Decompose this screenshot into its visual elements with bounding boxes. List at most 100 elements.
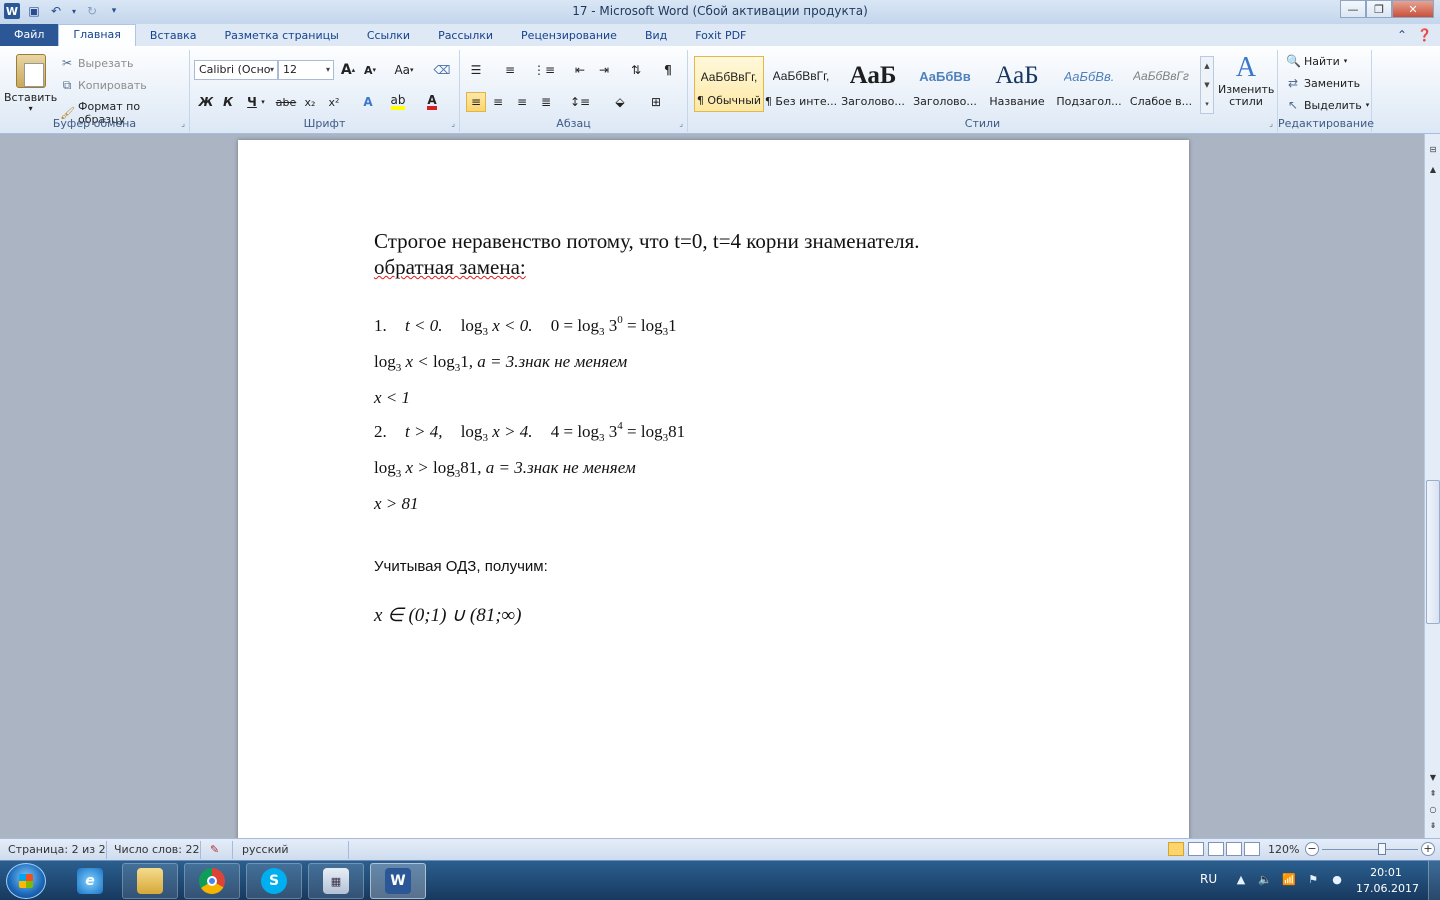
sort-icon[interactable]: ⇅ — [626, 60, 646, 80]
outline-icon[interactable] — [1226, 842, 1242, 856]
align-center-icon[interactable]: ≡ — [488, 92, 508, 112]
more-icon[interactable]: ▾ — [1205, 100, 1209, 108]
dialog-launcher-icon[interactable]: ⌟ — [451, 119, 455, 128]
taskbar-explorer[interactable] — [122, 863, 178, 899]
style-title[interactable]: АаБ Название — [982, 56, 1052, 112]
chevron-down-icon[interactable]: ▼ — [1204, 81, 1209, 89]
volume-icon[interactable]: 🔈 — [1258, 873, 1272, 887]
style-heading-2[interactable]: АаБбВв Заголово... — [910, 56, 980, 112]
font-color-icon[interactable]: A — [422, 92, 442, 112]
tab-mailings[interactable]: Рассылки — [424, 26, 507, 46]
superscript-button[interactable]: x² — [324, 92, 344, 112]
full-screen-reading-icon[interactable] — [1188, 842, 1204, 856]
show-desktop-button[interactable] — [1428, 861, 1440, 900]
paste-button[interactable]: Вставить ▾ — [4, 54, 57, 113]
page-count[interactable]: Страница: 2 из 2 — [8, 843, 106, 856]
align-right-icon[interactable]: ≡ — [512, 92, 532, 112]
tab-references[interactable]: Ссылки — [353, 26, 424, 46]
justify-icon[interactable]: ≣ — [536, 92, 556, 112]
vertical-scrollbar[interactable]: ⊟ ▲ ▼ ⇞ ○ ⇟ — [1424, 134, 1440, 838]
dialog-launcher-icon[interactable]: ⌟ — [1269, 119, 1273, 128]
borders-icon[interactable]: ⊞ — [646, 92, 666, 112]
notification-icon[interactable]: ● — [1330, 873, 1344, 887]
help-icon[interactable]: ❓ — [1417, 28, 1432, 42]
style-no-spacing[interactable]: АаБбВвГг, ¶ Без инте... — [765, 56, 837, 112]
previous-page-icon[interactable]: ⇞ — [1426, 786, 1440, 800]
grow-font-button[interactable]: A ▴ — [338, 60, 358, 80]
clear-formatting-icon[interactable]: ⌫ — [432, 60, 452, 80]
align-left-icon[interactable]: ≡ — [466, 92, 486, 112]
style-subtle-emphasis[interactable]: АаБбВвГг Слабое в... — [1126, 56, 1196, 112]
word-count[interactable]: Число слов: 22 — [114, 843, 200, 856]
show-hidden-icons-icon[interactable]: ▲ — [1234, 873, 1248, 887]
change-case-button[interactable]: Aa ▾ — [390, 60, 418, 80]
style-heading-1[interactable]: АаБ Заголово... — [838, 56, 908, 112]
increase-indent-icon[interactable]: ⇥ — [594, 60, 614, 80]
numbering-icon[interactable]: ≡ — [500, 60, 520, 80]
tab-page-layout[interactable]: Разметка страницы — [211, 26, 353, 46]
tab-file[interactable]: Файл — [0, 24, 59, 46]
bold-button[interactable]: Ж — [196, 92, 216, 112]
start-button[interactable] — [6, 863, 46, 899]
close-button[interactable]: ✕ — [1392, 0, 1434, 18]
tab-home[interactable]: Главная — [58, 24, 136, 46]
taskbar-internet-explorer[interactable]: e — [62, 863, 118, 899]
minimize-button[interactable]: — — [1340, 0, 1366, 18]
taskbar-calculator[interactable]: ▦ — [308, 863, 364, 899]
zoom-out-button[interactable]: − — [1305, 842, 1319, 856]
italic-button[interactable]: К — [218, 92, 238, 112]
tab-insert[interactable]: Вставка — [136, 26, 211, 46]
scroll-up-icon[interactable]: ▲ — [1426, 162, 1440, 176]
document-content[interactable]: Строгое неравенство потому, что t=0, t=4… — [374, 228, 920, 630]
zoom-slider-knob[interactable] — [1377, 843, 1386, 855]
scroll-down-icon[interactable]: ▼ — [1426, 770, 1440, 784]
subscript-button[interactable]: x₂ — [300, 92, 320, 112]
collapse-ribbon-icon[interactable]: ⌃ — [1397, 28, 1407, 42]
decrease-indent-icon[interactable]: ⇤ — [570, 60, 590, 80]
clock[interactable]: 20:01 17.06.2017 — [1356, 865, 1419, 897]
font-size-combo[interactable]: 12 ▾ — [278, 60, 334, 80]
document-page[interactable]: Строгое неравенство потому, что t=0, t=4… — [238, 140, 1189, 838]
zoom-slider[interactable] — [1322, 849, 1418, 850]
taskbar-chrome[interactable] — [184, 863, 240, 899]
style-subtitle[interactable]: АаБбВв. Подзагол... — [1054, 56, 1124, 112]
shading-icon[interactable]: ⬙ — [610, 92, 630, 112]
change-styles-button[interactable]: A Изменить стили — [1218, 52, 1274, 108]
tab-foxit-pdf[interactable]: Foxit PDF — [681, 26, 760, 46]
print-layout-icon[interactable] — [1168, 842, 1184, 856]
show-formatting-marks-icon[interactable]: ¶ — [658, 60, 678, 80]
bullets-icon[interactable]: ☰ — [466, 60, 486, 80]
next-page-icon[interactable]: ⇟ — [1426, 818, 1440, 832]
zoom-in-button[interactable]: + — [1421, 842, 1435, 856]
web-layout-icon[interactable] — [1208, 842, 1224, 856]
strikethrough-button[interactable]: abe — [276, 92, 297, 112]
style-normal[interactable]: АаБбВвГг, ¶ Обычный — [694, 56, 764, 112]
shrink-font-button[interactable]: A ▾ — [360, 60, 380, 80]
multilevel-list-icon[interactable]: ⋮≡ — [533, 60, 555, 80]
ruler-toggle-icon[interactable]: ⊟ — [1426, 142, 1440, 156]
replace-button[interactable]: ⇄ Заменить — [1286, 76, 1360, 90]
zoom-level[interactable]: 120% — [1268, 843, 1299, 856]
browse-object-icon[interactable]: ○ — [1426, 802, 1440, 816]
action-center-icon[interactable]: ⚑ — [1306, 873, 1320, 887]
highlight-icon[interactable]: ab — [388, 92, 408, 112]
input-language[interactable]: RU — [1200, 872, 1217, 886]
network-icon[interactable]: 📶 — [1282, 873, 1296, 887]
tab-review[interactable]: Рецензирование — [507, 26, 631, 46]
chevron-up-icon[interactable]: ▲ — [1204, 62, 1209, 70]
text-effects-icon[interactable]: A — [358, 92, 378, 112]
restore-button[interactable]: ❐ — [1366, 0, 1392, 18]
dialog-launcher-icon[interactable]: ⌟ — [679, 119, 683, 128]
find-button[interactable]: 🔍 Найти ▾ — [1286, 54, 1347, 68]
dialog-launcher-icon[interactable]: ⌟ — [181, 119, 185, 128]
line-spacing-icon[interactable]: ↕≡ — [570, 92, 590, 112]
styles-gallery-scroll[interactable]: ▲ ▼ ▾ — [1200, 56, 1214, 114]
copy-button[interactable]: ⧉ Копировать — [60, 78, 147, 93]
language-indicator[interactable]: русский — [242, 843, 289, 856]
taskbar-skype[interactable]: S — [246, 863, 302, 899]
taskbar-word[interactable]: W — [370, 863, 426, 899]
draft-icon[interactable] — [1244, 842, 1260, 856]
select-button[interactable]: ↖ Выделить ▾ — [1286, 98, 1369, 112]
proofing-icon[interactable]: ✎ — [210, 843, 219, 856]
cut-button[interactable]: ✂ Вырезать — [60, 56, 134, 70]
